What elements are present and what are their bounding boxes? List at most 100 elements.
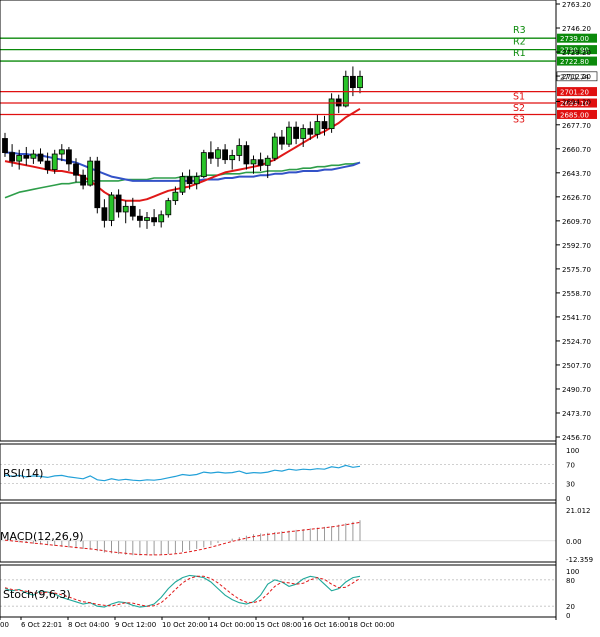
candle-bull: [179, 176, 186, 193]
x-tick-label: 14 Oct 00:00: [209, 621, 255, 629]
price-tick-label: 2609.70: [562, 218, 591, 226]
candle-bear: [80, 174, 86, 186]
price-tick-label: 2456.70: [562, 434, 591, 442]
candle-bear: [207, 152, 214, 159]
macd-tick-label: 0.00: [566, 538, 582, 546]
level-name-s1: S1: [513, 92, 525, 103]
candle-bear: [9, 152, 16, 162]
candle-bull: [300, 128, 307, 139]
level-price-label: 2722.80: [560, 58, 589, 66]
candle-bull: [108, 194, 115, 221]
rsi-label: RSI(14): [3, 467, 43, 480]
candle-bear: [136, 215, 143, 221]
macd-label: MACD(12,26,9): [0, 530, 84, 543]
candle-bear: [101, 207, 108, 221]
price-tick-label: 2575.70: [562, 266, 591, 274]
x-tick-label: 10 Oct 20:00: [162, 621, 208, 629]
candle-bull: [200, 152, 207, 178]
candle-bull: [250, 159, 257, 165]
rsi-tick-label: 30: [566, 481, 575, 489]
candle-bear: [349, 75, 356, 89]
candle-bull: [158, 214, 165, 223]
price-tick-label: 2626.70: [562, 194, 591, 202]
stoch-label: Stoch(9,6,3): [3, 588, 71, 601]
x-tick-label: 8 Oct 04:00: [68, 621, 109, 629]
price-tick-label: 2763.20: [562, 1, 591, 9]
candle-bull: [51, 153, 58, 170]
candle-bull: [16, 155, 23, 162]
price-tick-label: 2473.70: [562, 410, 591, 418]
level-price-label: 2739.00: [560, 35, 589, 43]
candle-bull: [236, 145, 243, 156]
stoch-tick-label: 80: [566, 577, 575, 585]
price-tick-label: 2490.70: [562, 386, 591, 394]
candle-bull: [193, 176, 200, 185]
rsi-tick-label: 100: [566, 447, 579, 455]
candle-bull: [357, 75, 363, 89]
candle-bull: [58, 149, 65, 155]
price-tick-label: 2729.20: [562, 49, 591, 57]
candle-bear: [44, 160, 51, 170]
candle-bull: [264, 157, 271, 166]
price-tick-label: 2643.70: [562, 170, 591, 178]
candle-bear: [2, 138, 8, 154]
stoch-tick-label: 20: [566, 603, 575, 611]
price-tick-label: 2507.70: [562, 362, 591, 370]
candle-bull: [144, 217, 150, 221]
stoch-tick-label: 0: [566, 612, 570, 620]
candle-bear: [293, 126, 300, 139]
candle-bull: [87, 160, 94, 186]
x-tick-label: 6 Oct 22:01: [21, 621, 62, 629]
candle-bull: [122, 205, 129, 213]
macd-tick-label: 21.012: [566, 507, 591, 515]
candle-bear: [151, 217, 158, 223]
candle-bear: [307, 128, 314, 135]
level-name-r2: R2: [513, 37, 526, 48]
candle-bull: [30, 153, 37, 159]
candle-bull: [229, 155, 236, 161]
level-name-s2: S2: [513, 103, 525, 114]
candle-bull: [286, 126, 292, 145]
candle-bear: [73, 163, 79, 176]
price-tick-label: 2660.70: [562, 146, 591, 154]
candle-bear: [186, 176, 193, 185]
price-tick-label: 2712.20: [562, 73, 591, 81]
x-tick-label: 18 Oct 00:00: [349, 621, 395, 629]
x-tick-label: 9 Oct 12:00: [115, 621, 156, 629]
x-tick-label: 15 Oct 08:00: [256, 621, 302, 629]
candle-bull: [165, 200, 172, 216]
price-tick-label: 2558.70: [562, 290, 591, 298]
level-price-label: 2701.20: [560, 89, 589, 97]
price-tick-label: 2524.70: [562, 338, 591, 346]
x-tick-label: 16 Oct 16:00: [303, 621, 349, 629]
candle-bear: [278, 136, 285, 145]
candle-bear: [243, 145, 250, 165]
candle-bull: [215, 149, 221, 159]
rsi-tick-label: 70: [566, 461, 575, 469]
level-name-r1: R1: [513, 48, 526, 59]
price-tick-label: 2694.20: [562, 98, 591, 106]
candle-bull: [314, 121, 321, 135]
candle-bear: [257, 159, 264, 166]
candle-bear: [94, 160, 101, 209]
macd-tick-label: -12.359: [566, 556, 593, 564]
candle-bear: [23, 155, 30, 159]
candle-bull: [172, 191, 179, 202]
candle-bear: [115, 194, 122, 213]
level-name-s3: S3: [513, 114, 525, 125]
candle-bear: [222, 149, 229, 161]
chart-background: [0, 0, 600, 633]
candle-bear: [66, 149, 72, 165]
price-tick-label: 2677.70: [562, 122, 591, 130]
chart-svg: R32739.00R22730.90R12722.80S1 2701.20S2 26…: [0, 0, 600, 633]
price-tick-label: 2541.70: [562, 314, 591, 322]
trading-chart: R3 2739.00 R2 2730.90 R1 2722.80 S1 2701.20 S2 26…: [0, 0, 600, 633]
candle-bear: [321, 121, 328, 130]
level-name-r3: R3: [513, 25, 526, 36]
price-tick-label: 2592.70: [562, 242, 591, 250]
candle-bear: [129, 205, 136, 217]
price-tick-label: 2746.20: [562, 25, 591, 33]
candle-bear: [37, 153, 44, 162]
level-price-label: 2685.00: [560, 111, 589, 119]
candle-bull: [271, 136, 278, 159]
